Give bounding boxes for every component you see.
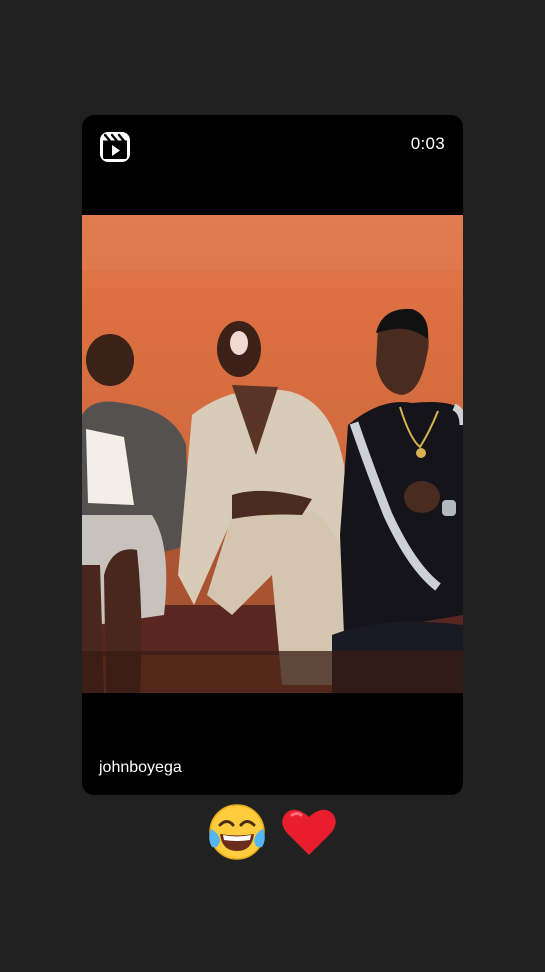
red-heart-emoji bbox=[278, 801, 340, 863]
reaction-emojis bbox=[0, 800, 545, 864]
shared-reel-card[interactable]: 0:03 johnboyega bbox=[82, 115, 463, 795]
face-with-tears-of-joy-emoji bbox=[206, 801, 268, 863]
video-thumbnail bbox=[82, 215, 463, 693]
story-screen: 0:03 johnboyega bbox=[0, 0, 545, 972]
video-frame[interactable] bbox=[82, 215, 463, 693]
reels-icon bbox=[99, 131, 131, 163]
reel-author-username[interactable]: johnboyega bbox=[99, 759, 182, 777]
video-duration: 0:03 bbox=[410, 134, 445, 153]
